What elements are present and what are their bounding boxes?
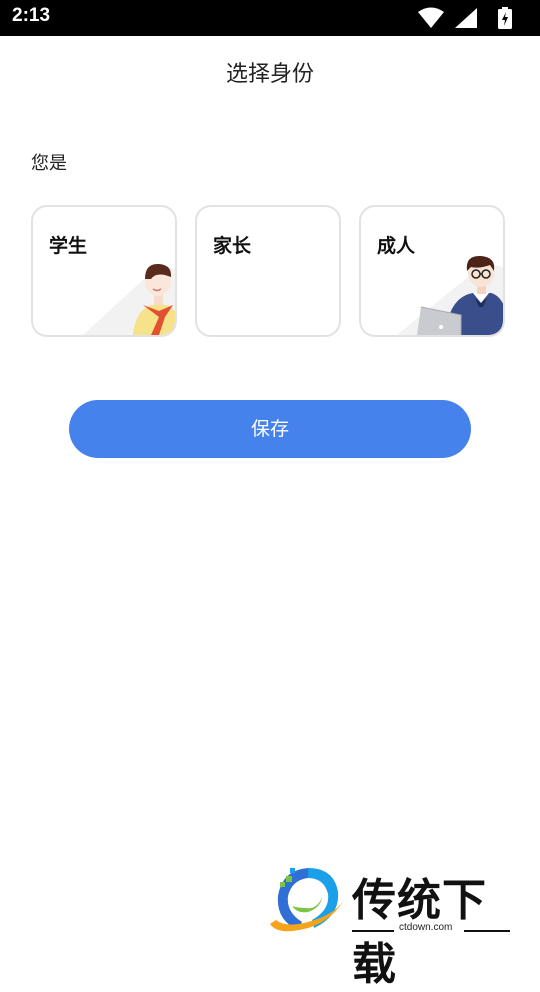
- brand-logo-icon: [270, 868, 346, 932]
- student-illustration-icon: [83, 263, 175, 335]
- save-button[interactable]: 保存: [69, 400, 471, 458]
- identity-card-parent[interactable]: 家长: [195, 205, 341, 337]
- watermark: 传统下载 ctdown.com: [268, 862, 518, 990]
- identity-card-student[interactable]: 学生: [31, 205, 177, 337]
- status-time: 2:13: [12, 5, 51, 26]
- watermark-divider-left: [352, 930, 394, 932]
- watermark-divider-right: [464, 930, 510, 932]
- card-label-parent: 家长: [213, 235, 252, 257]
- status-bar: 2:13: [0, 0, 540, 36]
- signal-icon: [455, 8, 477, 28]
- battery-charging-icon: [498, 7, 512, 29]
- adult-illustration-icon: [397, 255, 503, 335]
- watermark-url: ctdown.com: [399, 922, 453, 933]
- page-title: 选择身份: [225, 62, 314, 87]
- identity-card-adult[interactable]: 成人: [359, 205, 505, 337]
- identity-prompt-label: 您是: [31, 153, 67, 174]
- wifi-icon: [418, 7, 444, 28]
